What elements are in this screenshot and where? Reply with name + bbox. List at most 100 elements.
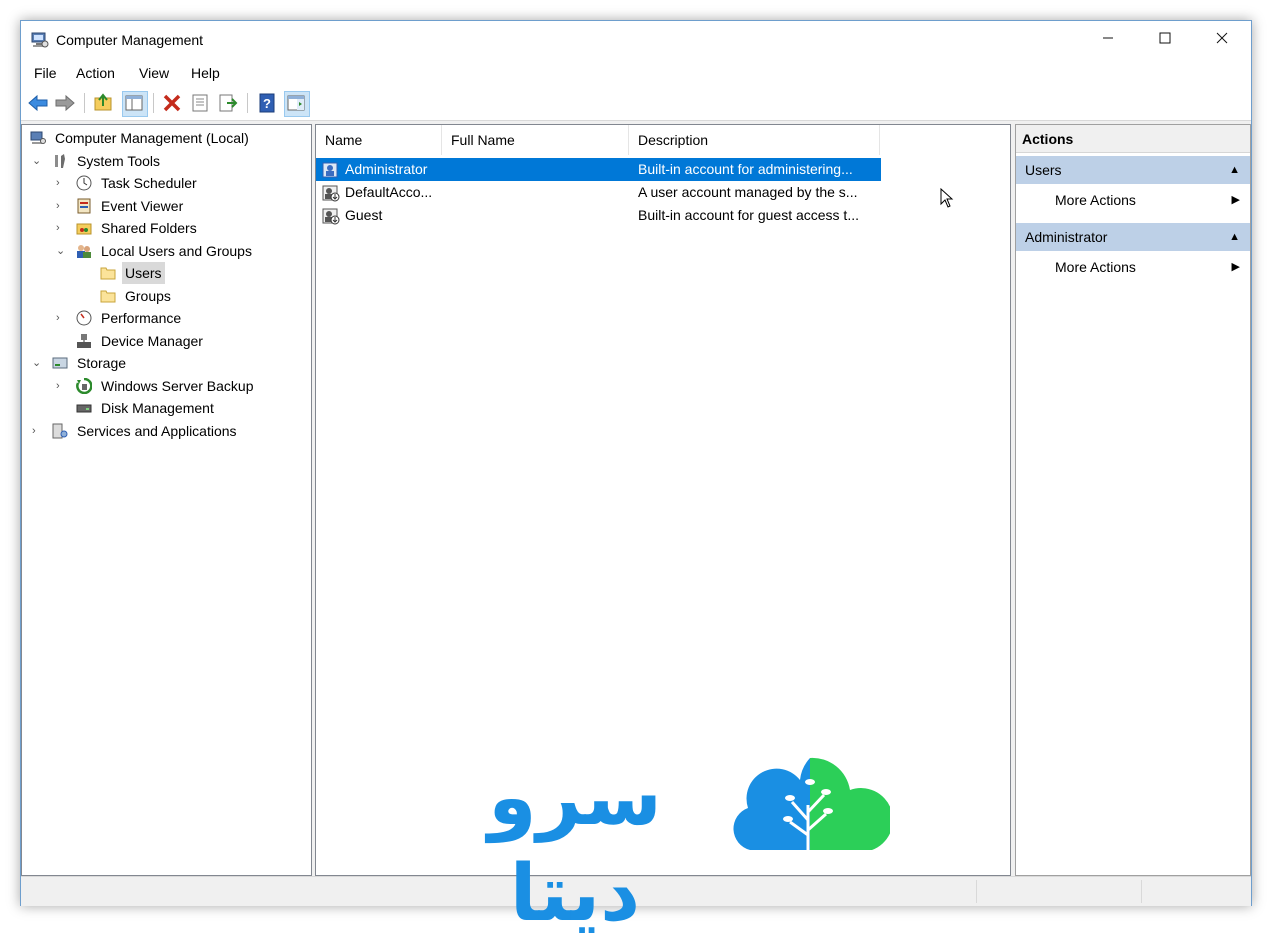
- console-tree-pane: Computer Management (Local) ⌄ System Too…: [21, 124, 312, 876]
- close-icon: [1216, 32, 1228, 44]
- expand-chevron-icon[interactable]: ›: [56, 195, 68, 217]
- tree-item-local-users-groups[interactable]: ⌄ Local Users and Groups: [56, 240, 306, 262]
- submenu-arrow-icon: ▶: [1231, 194, 1240, 206]
- clock-icon: [76, 175, 92, 191]
- menu-action[interactable]: Action: [76, 65, 115, 81]
- show-hide-tree-icon[interactable]: [122, 91, 148, 117]
- expand-chevron-icon[interactable]: ›: [56, 172, 68, 194]
- tree-item-event-viewer[interactable]: › Event Viewer: [56, 195, 306, 217]
- administrator-more-actions-label: More Actions: [1055, 259, 1136, 275]
- svg-text:?: ?: [263, 96, 271, 111]
- expand-chevron-icon[interactable]: ›: [56, 217, 68, 239]
- close-button[interactable]: [1193, 21, 1251, 59]
- folder-icon: [100, 288, 116, 304]
- device-manager-icon: [76, 333, 92, 349]
- actions-pane: Actions Users ▲ More Actions ▶ Administr…: [1015, 124, 1251, 876]
- column-header-name[interactable]: Name: [316, 125, 442, 155]
- tree-label-services-apps: Services and Applications: [77, 423, 237, 439]
- back-arrow-icon[interactable]: [27, 92, 49, 114]
- tree-label-task-scheduler: Task Scheduler: [101, 175, 197, 191]
- help-icon[interactable]: ?: [256, 92, 278, 114]
- tree-label-disk-management: Disk Management: [101, 400, 214, 416]
- tree-item-storage[interactable]: ⌄ Storage: [32, 352, 302, 374]
- tree-label-local-users-groups: Local Users and Groups: [101, 243, 252, 259]
- actions-section-users-label: Users: [1025, 162, 1062, 178]
- disk-drive-icon: [76, 400, 92, 416]
- computer-management-icon: [31, 31, 49, 52]
- actions-pane-title: Actions: [1016, 125, 1250, 153]
- user-account-disabled-icon: [322, 207, 340, 225]
- users-group-icon: [76, 243, 92, 259]
- tree-item-task-scheduler[interactable]: › Task Scheduler: [56, 172, 306, 194]
- window-title: Computer Management: [56, 32, 204, 48]
- actions-section-administrator-label: Administrator: [1025, 229, 1108, 245]
- user-description-cell: Built-in account for guest access t...: [638, 207, 859, 223]
- tree-item-shared-folders[interactable]: › Shared Folders: [56, 217, 306, 239]
- forward-arrow-icon[interactable]: [54, 92, 76, 114]
- storage-icon: [52, 355, 68, 371]
- tree-label-root: Computer Management (Local): [55, 130, 249, 146]
- tree-item-device-manager[interactable]: Device Manager: [56, 330, 306, 352]
- maximize-icon: [1159, 32, 1171, 44]
- menu-file[interactable]: File: [34, 65, 57, 81]
- tree-label-users: Users: [122, 262, 165, 284]
- tree-label-device-manager: Device Manager: [101, 333, 203, 349]
- user-account-disabled-icon: [322, 184, 340, 202]
- mouse-pointer-icon: [940, 188, 954, 208]
- user-name-cell: DefaultAcco...: [345, 184, 433, 200]
- collapse-chevron-icon[interactable]: ⌄: [32, 150, 44, 172]
- tree-label-storage: Storage: [77, 355, 127, 371]
- collapse-chevron-icon[interactable]: ⌄: [32, 352, 44, 374]
- maximize-button[interactable]: [1136, 21, 1194, 59]
- menu-bar: File Action View Help: [21, 59, 1251, 87]
- users-more-actions[interactable]: More Actions ▶: [1016, 186, 1250, 214]
- folder-icon: [100, 265, 116, 281]
- actions-section-administrator[interactable]: Administrator ▲: [1016, 223, 1250, 251]
- expand-chevron-icon[interactable]: ›: [56, 375, 68, 397]
- show-hide-action-pane-icon[interactable]: [284, 91, 310, 117]
- menu-help[interactable]: Help: [191, 65, 220, 81]
- tree-item-groups[interactable]: Groups: [80, 285, 306, 307]
- collapse-chevron-icon[interactable]: ⌄: [56, 240, 68, 262]
- tree-label-groups: Groups: [125, 288, 171, 304]
- user-description-cell: A user account managed by the s...: [638, 184, 858, 200]
- export-list-icon[interactable]: [217, 92, 239, 114]
- administrator-more-actions[interactable]: More Actions ▶: [1016, 253, 1250, 281]
- delete-icon[interactable]: [161, 92, 183, 114]
- properties-icon[interactable]: [189, 92, 211, 114]
- tree-item-performance[interactable]: › Performance: [56, 307, 306, 329]
- up-folder-icon[interactable]: [93, 92, 115, 114]
- tree-item-disk-management[interactable]: Disk Management: [56, 397, 306, 419]
- user-account-icon: [322, 161, 340, 179]
- computer-management-icon: [30, 130, 46, 146]
- toolbar: ?: [21, 87, 1251, 121]
- column-header-description[interactable]: Description: [629, 125, 880, 155]
- services-icon: [52, 423, 68, 439]
- table-row[interactable]: DefaultAcco... A user account managed by…: [316, 181, 881, 204]
- tree-label-system-tools: System Tools: [77, 153, 160, 169]
- tree-item-root[interactable]: Computer Management (Local): [28, 127, 308, 149]
- submenu-arrow-icon: ▶: [1231, 261, 1240, 273]
- table-row[interactable]: Administrator Built-in account for admin…: [316, 158, 881, 181]
- tree-label-shared-folders: Shared Folders: [101, 220, 197, 236]
- user-name-cell: Administrator: [345, 161, 428, 177]
- collapse-triangle-icon[interactable]: ▲: [1229, 223, 1240, 251]
- tree-item-services-apps[interactable]: › Services and Applications: [32, 420, 302, 442]
- expand-chevron-icon[interactable]: ›: [56, 307, 68, 329]
- expand-chevron-icon[interactable]: ›: [32, 420, 44, 442]
- title-bar[interactable]: Computer Management: [21, 21, 1251, 59]
- menu-view[interactable]: View: [139, 65, 169, 81]
- table-row[interactable]: Guest Built-in account for guest access …: [316, 204, 881, 227]
- minimize-button[interactable]: [1079, 21, 1137, 59]
- column-header-full-name[interactable]: Full Name: [442, 125, 629, 155]
- tree-item-windows-server-backup[interactable]: › Windows Server Backup: [56, 375, 306, 397]
- tree-label-windows-server-backup: Windows Server Backup: [101, 378, 254, 394]
- backup-icon: [76, 377, 93, 395]
- actions-section-users[interactable]: Users ▲: [1016, 156, 1250, 184]
- watermark-text: سرو دیتا: [488, 753, 662, 939]
- tree-item-system-tools[interactable]: ⌄ System Tools: [32, 150, 302, 172]
- tree-item-users[interactable]: Users: [80, 262, 306, 284]
- watermark-logo: سرو دیتا: [440, 750, 890, 939]
- collapse-triangle-icon[interactable]: ▲: [1229, 156, 1240, 184]
- shared-folder-icon: [76, 220, 92, 236]
